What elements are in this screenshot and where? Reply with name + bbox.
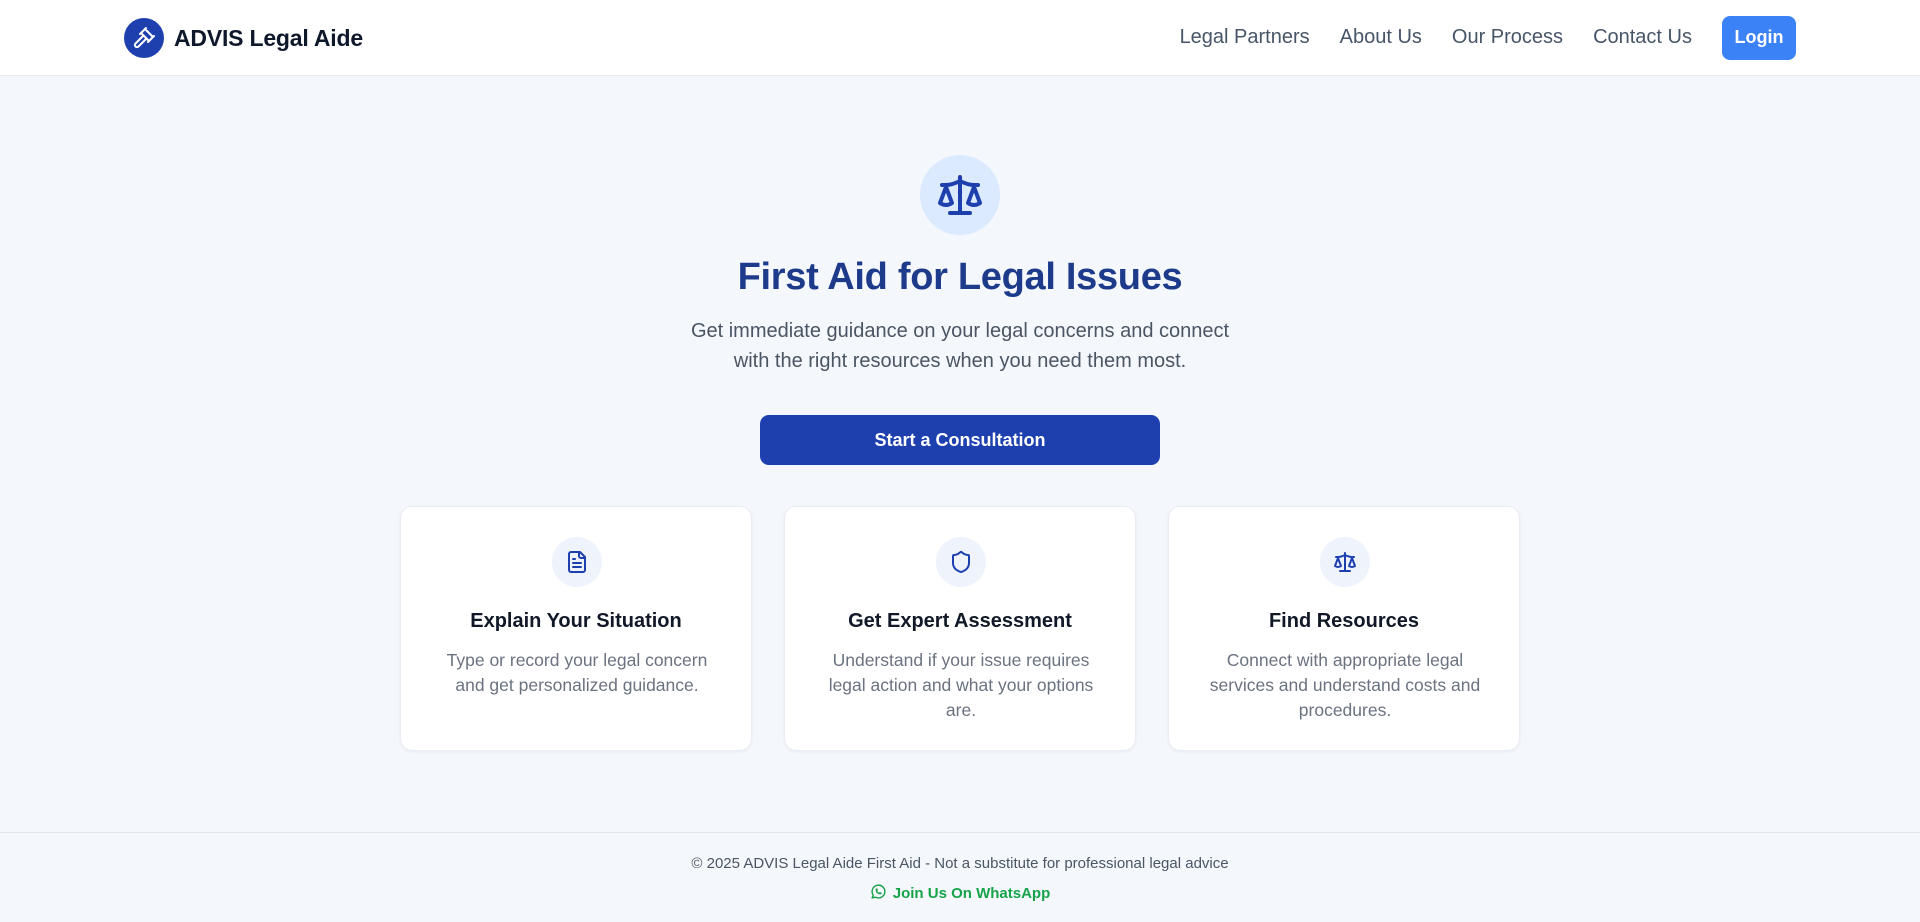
- whatsapp-icon: [870, 883, 887, 904]
- shield-icon: [936, 537, 986, 587]
- brand-name: ADVIS Legal Aide: [174, 24, 363, 51]
- gavel-icon: [124, 18, 164, 58]
- scale-icon: [920, 155, 1000, 235]
- whatsapp-label: Join Us On WhatsApp: [892, 885, 1051, 902]
- document-icon: [552, 537, 602, 587]
- nav-legal-partners[interactable]: Legal Partners: [1180, 26, 1310, 49]
- feature-card-assessment: Get Expert Assessment Understand if your…: [784, 506, 1136, 751]
- page-title: First Aid for Legal Issues: [737, 256, 1183, 298]
- scale-icon: [1320, 537, 1370, 587]
- card-text: Understand if your issue requires legal …: [828, 650, 1094, 720]
- start-consultation-button[interactable]: Start a Consultation: [760, 415, 1160, 465]
- whatsapp-link[interactable]: Join Us On WhatsApp: [0, 883, 1920, 904]
- copyright-text: © 2025 ADVIS Legal Aide First Aid - Not …: [691, 855, 1229, 872]
- brand[interactable]: ADVIS Legal Aide: [124, 18, 363, 58]
- card-title: Get Expert Assessment: [848, 610, 1072, 632]
- nav-our-process[interactable]: Our Process: [1452, 26, 1563, 49]
- login-button[interactable]: Login: [1722, 15, 1796, 60]
- main-nav: Legal Partners About Us Our Process Cont…: [1180, 15, 1796, 60]
- card-title: Find Resources: [1268, 610, 1420, 632]
- feature-card-explain: Explain Your Situation Type or record yo…: [400, 506, 752, 751]
- top-navbar: ADVIS Legal Aide Legal Partners About Us…: [0, 0, 1920, 76]
- card-text: Type or record your legal concern and ge…: [446, 650, 708, 695]
- card-title: Explain Your Situation: [470, 610, 682, 632]
- nav-about-us[interactable]: About Us: [1340, 26, 1422, 49]
- hero-subtitle: Get immediate guidance on your legal con…: [690, 320, 1230, 372]
- footer: © 2025 ADVIS Legal Aide First Aid - Not …: [0, 832, 1920, 922]
- card-text: Connect with appropriate legal services …: [1209, 650, 1481, 720]
- nav-contact-us[interactable]: Contact Us: [1593, 26, 1692, 49]
- feature-card-resources: Find Resources Connect with appropriate …: [1168, 506, 1520, 751]
